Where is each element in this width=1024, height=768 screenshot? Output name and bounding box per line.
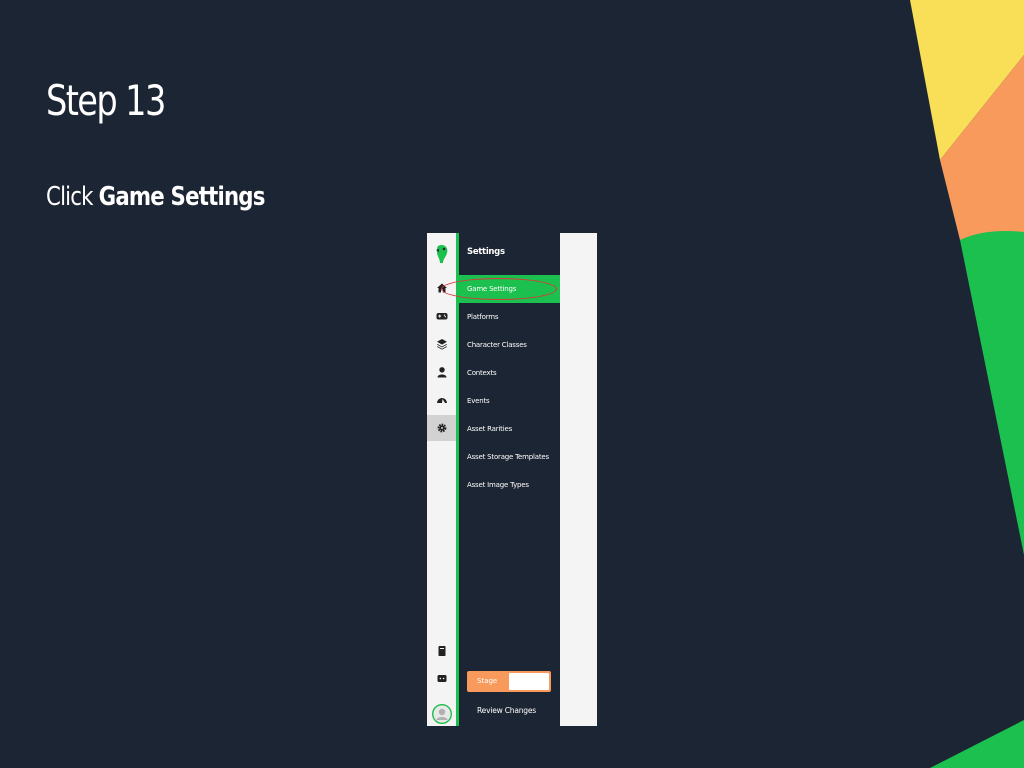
parrot-logo-icon[interactable]: [427, 241, 456, 267]
instruction-prefix: Click: [46, 182, 99, 212]
menu-item-platforms[interactable]: Platforms: [459, 303, 560, 331]
avatar-icon[interactable]: [427, 702, 456, 726]
book-icon[interactable]: [427, 638, 456, 664]
layers-icon[interactable]: [427, 331, 456, 357]
stage-toggle-label: Stage: [477, 677, 498, 685]
menu-item-events[interactable]: Events: [459, 387, 560, 415]
user-icon[interactable]: [427, 359, 456, 385]
chat-icon[interactable]: [427, 666, 456, 692]
step-instruction: Click Game Settings: [46, 182, 265, 212]
icon-rail: [427, 233, 456, 726]
stage-toggle[interactable]: Stage: [467, 671, 551, 692]
menu-item-asset-storage-templates[interactable]: Asset Storage Templates: [459, 443, 560, 471]
click-highlight-ring: [441, 278, 557, 300]
gamepad-icon[interactable]: [427, 303, 456, 329]
settings-menu: Settings Game Settings Platforms Charact…: [459, 233, 560, 726]
menu-item-character-classes[interactable]: Character Classes: [459, 331, 560, 359]
stage-toggle-knob: [509, 673, 549, 690]
menu-item-asset-image-types[interactable]: Asset Image Types: [459, 471, 560, 499]
gear-icon[interactable]: [427, 415, 456, 441]
step-title: Step 13: [46, 76, 166, 125]
instruction-target: Game Settings: [98, 182, 266, 212]
review-changes-link[interactable]: Review Changes: [477, 706, 536, 715]
menu-item-asset-rarities[interactable]: Asset Rarities: [459, 415, 560, 443]
content-area: [560, 233, 597, 726]
app-screenshot: Settings Game Settings Platforms Charact…: [427, 233, 597, 726]
menu-item-contexts[interactable]: Contexts: [459, 359, 560, 387]
settings-menu-header: Settings: [467, 247, 505, 257]
dashboard-icon[interactable]: [427, 387, 456, 413]
